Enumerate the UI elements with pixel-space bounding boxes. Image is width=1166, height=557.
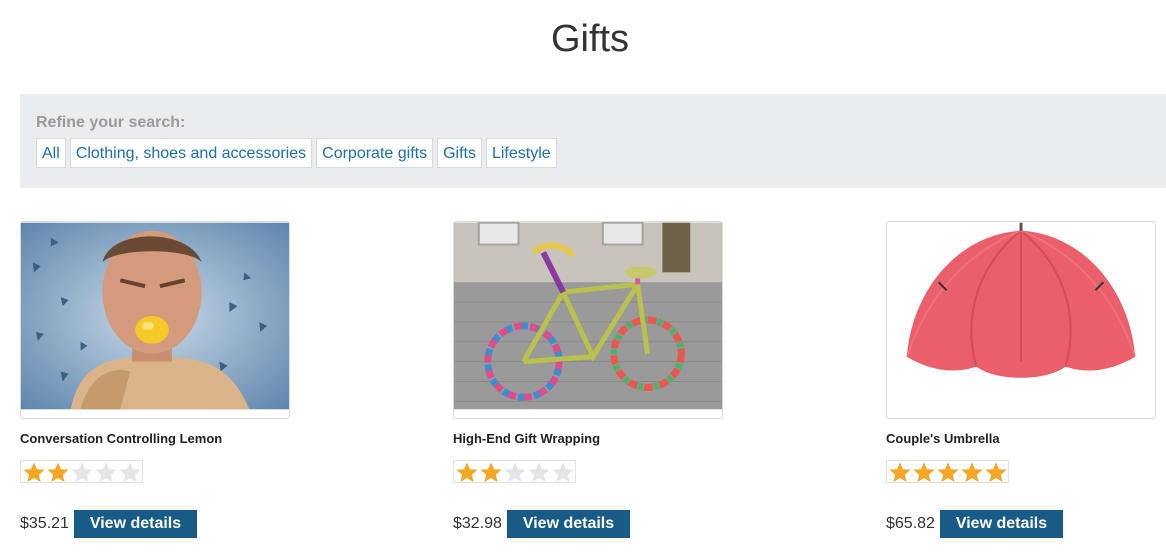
filter-list: All Clothing, shoes and accessories Corp…: [36, 138, 561, 168]
man-biting-lemon-photo: [21, 222, 289, 410]
product-card: Conversation Controlling Lemon $35.21 Vi…: [20, 221, 290, 538]
knitted-wrapped-bicycle-photo: [454, 222, 722, 410]
product-title[interactable]: High-End Gift Wrapping: [453, 431, 600, 446]
view-details-button[interactable]: View details: [940, 510, 1063, 538]
star-empty-icon: [552, 462, 574, 482]
star-rating: [886, 460, 1009, 483]
filter-label: Refine your search:: [36, 114, 186, 131]
star-rating: [453, 460, 576, 483]
product-title[interactable]: Couple's Umbrella: [886, 431, 1000, 446]
star-filled-icon: [23, 462, 45, 482]
red-double-umbrella-photo: [887, 222, 1155, 410]
star-rating: [20, 460, 143, 483]
star-filled-icon: [480, 462, 502, 482]
star-filled-icon: [937, 462, 959, 482]
star-empty-icon: [71, 462, 93, 482]
star-empty-icon: [95, 462, 117, 482]
product-image[interactable]: [886, 221, 1156, 419]
view-details-button[interactable]: View details: [507, 510, 630, 538]
star-empty-icon: [504, 462, 526, 482]
product-card: Couple's Umbrella $65.82 View details: [886, 221, 1156, 538]
product-price: $65.82: [886, 515, 935, 532]
filter-clothing[interactable]: Clothing, shoes and accessories: [69, 138, 313, 168]
star-empty-icon: [119, 462, 141, 482]
star-filled-icon: [985, 462, 1007, 482]
page-title: Gifts: [550, 18, 630, 60]
product-image[interactable]: [453, 221, 723, 419]
star-filled-icon: [913, 462, 935, 482]
star-filled-icon: [47, 462, 69, 482]
filter-lifestyle[interactable]: Lifestyle: [485, 138, 557, 168]
star-filled-icon: [456, 462, 478, 482]
product-image[interactable]: [20, 221, 290, 419]
product-price: $35.21: [20, 515, 69, 532]
star-filled-icon: [889, 462, 911, 482]
star-filled-icon: [961, 462, 983, 482]
filter-gifts[interactable]: Gifts: [437, 138, 482, 168]
filter-all[interactable]: All: [36, 138, 66, 168]
view-details-button[interactable]: View details: [74, 510, 197, 538]
star-empty-icon: [528, 462, 550, 482]
product-price: $32.98: [453, 515, 502, 532]
filter-corporate-gifts[interactable]: Corporate gifts: [316, 138, 434, 168]
product-title[interactable]: Conversation Controlling Lemon: [20, 431, 222, 446]
filter-panel: Refine your search: All Clothing, shoes …: [20, 94, 1166, 188]
product-card: High-End Gift Wrapping $32.98 View detai…: [453, 221, 723, 538]
